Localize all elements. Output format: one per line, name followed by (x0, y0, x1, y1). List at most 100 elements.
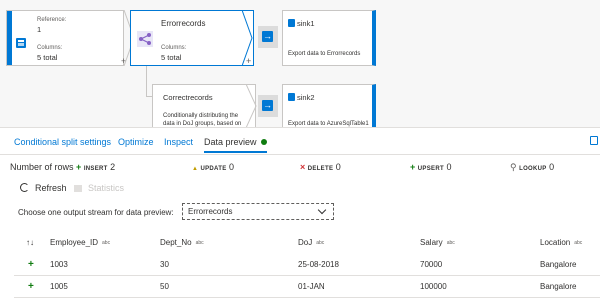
statistics-icon (74, 185, 82, 192)
column-header-label: Dept_No (160, 238, 192, 247)
sink-icon (288, 93, 295, 101)
table-cell: 100000 (420, 282, 447, 291)
column-header-label: Employee_ID (50, 238, 99, 247)
reference-label: Reference: (37, 17, 67, 23)
table-cell: 30 (160, 260, 169, 269)
data-flow-canvas[interactable]: Reference: 1 Columns: 5 total + Errorrec… (0, 0, 600, 128)
delete-icon: × (300, 162, 306, 172)
columns-value: 5 total (37, 53, 58, 62)
insert-row-icon: + (28, 281, 34, 292)
type-tag: abc (102, 240, 111, 246)
output-stream-dropdown[interactable]: Errorrecords (182, 203, 334, 220)
upsert-icon: + (410, 162, 416, 172)
column-header[interactable]: Location abc (540, 238, 582, 247)
table-row[interactable]: + 1005 50 01-JAN 100000 Bangalore (14, 276, 600, 298)
correctrecords-description: data in DoJ groups, based on (163, 121, 242, 127)
correctrecords-description: Conditionally distributing the (163, 113, 239, 119)
node-accent-bar (7, 11, 12, 65)
type-tag: abc (316, 240, 325, 246)
delete-count: 0 (335, 162, 341, 172)
split-columns-value: 5 total (161, 53, 182, 62)
sink1-description: Export data to Errorrecords (288, 51, 361, 57)
table-cell: 01-JAN (298, 282, 325, 291)
lookup-tag: LOOKUP (519, 166, 547, 172)
type-tag: abc (195, 240, 204, 246)
type-tag: abc (574, 240, 583, 246)
insert-icon: + (76, 162, 82, 172)
update-count: 0 (229, 162, 235, 172)
table-cell: 70000 (420, 260, 443, 269)
table-cell: 1005 (50, 282, 68, 291)
comment-icon[interactable] (590, 136, 598, 145)
reference-value: 1 (37, 25, 42, 34)
sink-icon (288, 19, 295, 27)
settings-tabs: Conditional split settings Optimize Insp… (0, 131, 600, 155)
sink1-node[interactable]: sink1 Export data to Errorrecords (282, 10, 376, 66)
sink-connector: → (258, 26, 278, 48)
sink-connector: → (258, 95, 278, 117)
column-header[interactable]: Dept_No abc (160, 238, 204, 247)
rows-label: Number of rows (10, 162, 74, 172)
type-tag: abc (446, 240, 455, 246)
conditional-split-icon (137, 31, 153, 47)
table-cell: Bangalore (540, 260, 577, 269)
column-header-label: Salary (420, 238, 443, 247)
stat-delete: × DELETE 0 (300, 162, 341, 172)
insert-tag: INSERT (83, 166, 108, 172)
statistics-label: Statistics (88, 183, 125, 193)
branch-line (146, 66, 147, 96)
lookup-icon: ⚲ (510, 162, 517, 172)
columns-label: Columns: (37, 45, 63, 51)
table-cell: 50 (160, 282, 169, 291)
output-stream-label: Choose one output stream for data previe… (18, 208, 174, 217)
add-transform-plus[interactable]: + (246, 56, 251, 66)
table-header: ↑↓ Employee_ID abc Dept_No abc DoJ abc Sala… (14, 230, 600, 254)
sink2-node[interactable]: sink2 Export data to AzureSqlTable1 (282, 84, 376, 127)
tab-conditional-split-settings[interactable]: Conditional split settings (14, 137, 111, 147)
correctrecords-title: Correctrecords (163, 93, 213, 102)
sink2-title: sink2 (297, 93, 315, 102)
split-node-title: Errorrecords (161, 19, 206, 28)
preview-table: ↑↓ Employee_ID abc Dept_No abc DoJ abc Sala… (14, 230, 600, 298)
upsert-count: 0 (446, 162, 452, 172)
column-header[interactable]: Employee_ID abc (50, 238, 110, 247)
lookup-count: 0 (549, 162, 555, 172)
arrow-right-icon: → (262, 31, 273, 42)
update-tag: UPDATE (200, 166, 227, 172)
table-cell: Bangalore (540, 282, 577, 291)
arrow-right-icon: → (262, 100, 273, 111)
table-cell: 25-08-2018 (298, 260, 339, 269)
sink1-title: sink1 (297, 19, 315, 28)
insert-count: 2 (110, 162, 116, 172)
tab-optimize[interactable]: Optimize (118, 137, 154, 147)
column-header[interactable]: DoJ abc (298, 238, 324, 247)
status-dot-icon (260, 139, 267, 145)
refresh-button[interactable]: Refresh (20, 183, 67, 193)
source-icon (16, 38, 26, 48)
stat-insert: Number of rows + INSERT 2 (10, 162, 115, 172)
stat-update: ▲ UPDATE 0 (192, 162, 234, 172)
column-header[interactable]: Salary abc (420, 238, 455, 247)
sort-icon[interactable]: ↑↓ (26, 238, 34, 247)
column-header-label: DoJ (298, 238, 313, 247)
update-icon: ▲ (192, 166, 198, 172)
conditional-split-node[interactable]: Errorrecords Columns: 5 total (130, 10, 254, 66)
table-cell: 1003 (50, 260, 68, 269)
tab-inspect[interactable]: Inspect (164, 137, 193, 147)
chevron-down-icon (317, 205, 327, 215)
stat-upsert: + UPSERT 0 (410, 162, 451, 172)
tab-data-preview[interactable]: Data preview (204, 137, 267, 153)
statistics-button[interactable]: Statistics (74, 183, 124, 193)
output-stream-selected: Errorrecords (188, 207, 233, 216)
delete-tag: DELETE (307, 166, 334, 172)
table-row[interactable]: + 1003 30 25-08-2018 70000 Bangalore (14, 254, 600, 276)
refresh-label: Refresh (35, 183, 67, 193)
sink2-description: Export data to AzureSqlTable1 (288, 121, 369, 127)
source-node[interactable]: Reference: 1 Columns: 5 total (6, 10, 124, 66)
split-columns-label: Columns: (161, 45, 187, 51)
column-header-label: Location (540, 238, 571, 247)
row-stats: Number of rows + INSERT 2 ▲ UPDATE 0 × D… (10, 162, 590, 176)
refresh-icon (20, 183, 29, 192)
stat-lookup: ⚲ LOOKUP 0 (510, 162, 554, 173)
correctrecords-node[interactable]: Correctrecords Conditionally distributin… (152, 84, 256, 127)
